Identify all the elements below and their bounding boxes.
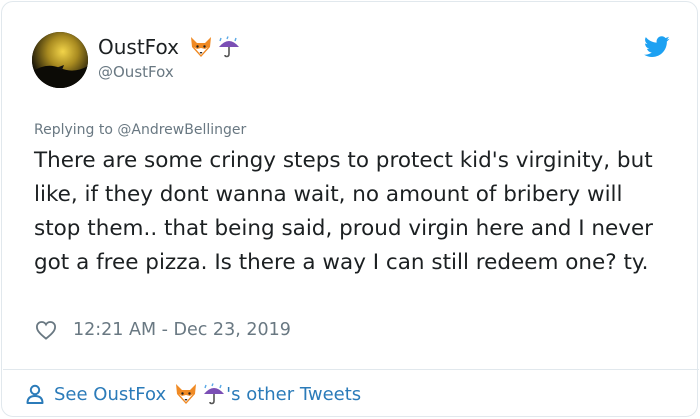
- reply-mention-link[interactable]: @AndrewBellinger: [117, 122, 246, 138]
- fox-face-emoji-icon: [189, 36, 213, 58]
- divider: [3, 369, 699, 370]
- avatar[interactable]: [32, 32, 88, 88]
- see-suffix: 's other Tweets: [226, 383, 362, 405]
- avatar-image: [32, 32, 88, 88]
- see-other-tweets-link[interactable]: See OustFox 's other Tweets: [26, 383, 361, 405]
- person-icon: [26, 384, 44, 404]
- tweet-meta: 12:21 AM - Dec 23, 2019: [35, 320, 291, 340]
- reply-prefix: Replying to: [34, 122, 118, 138]
- tweet-text: There are some cringy steps to protect k…: [34, 148, 654, 275]
- timestamp-link[interactable]: 12:21 AM - Dec 23, 2019: [73, 320, 291, 340]
- user-handle[interactable]: @OustFox: [98, 63, 174, 81]
- display-name: OustFox: [98, 35, 179, 59]
- fox-face-emoji-icon: [174, 383, 198, 405]
- umbrella-rain-emoji-icon: [217, 36, 241, 58]
- umbrella-rain-emoji-icon: [202, 383, 226, 405]
- heart-icon[interactable]: [35, 320, 57, 340]
- replying-to: Replying to @AndrewBellinger: [34, 122, 246, 138]
- tweet-card: OustFox @OustFox Replying to @AndrewBell…: [1, 1, 699, 417]
- see-prefix: See OustFox: [54, 383, 167, 405]
- user-name[interactable]: OustFox: [98, 35, 241, 59]
- twitter-bird-icon[interactable]: [644, 36, 670, 58]
